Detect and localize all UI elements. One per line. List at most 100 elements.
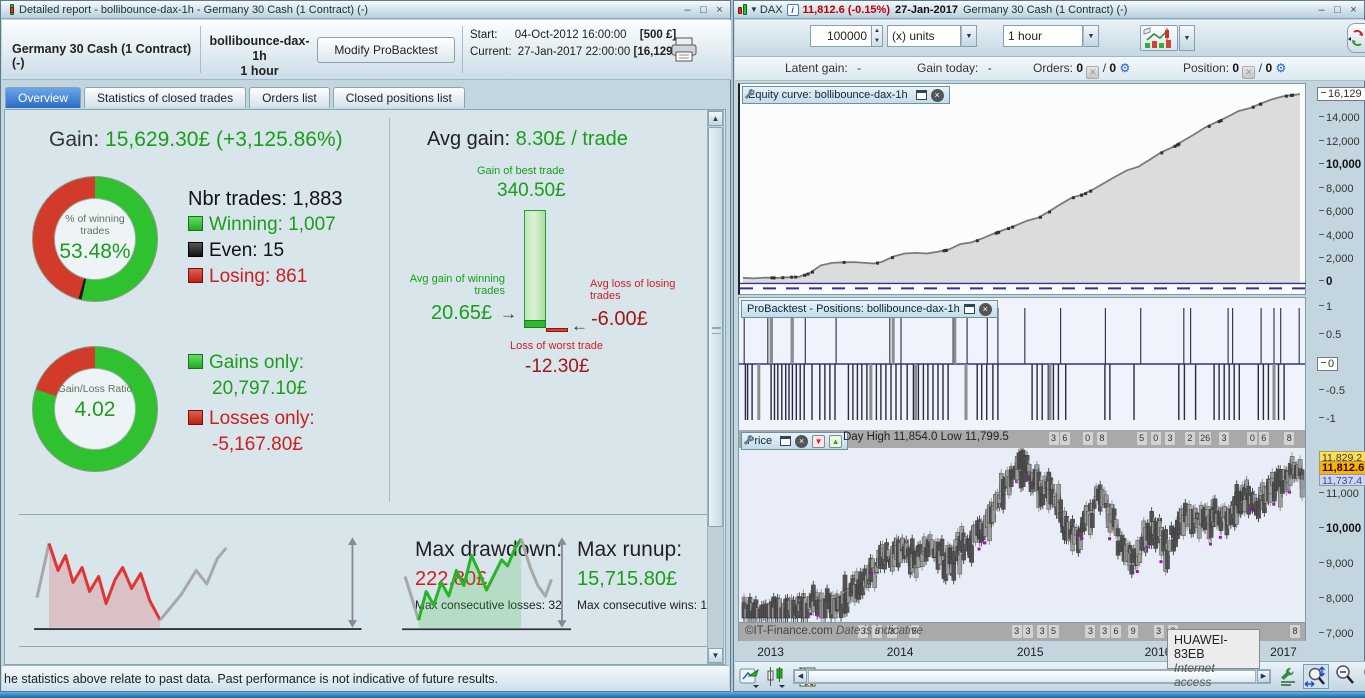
- vertical-divider: [389, 118, 390, 502]
- detailed-report-window: Detailed report - bollibounce-dax-1h - G…: [0, 0, 731, 692]
- avg-loss-label: Avg loss of losing trades: [590, 278, 676, 302]
- timeframe-dropdown-icon[interactable]: ▼: [1083, 25, 1099, 47]
- tab-closed-positions-list[interactable]: Closed positions list: [332, 87, 465, 108]
- info-icon[interactable]: i: [786, 3, 799, 16]
- gains-swatch-icon: [188, 354, 203, 369]
- notification-title: HUAWEI-83EB: [1174, 633, 1228, 661]
- axis-digit: 8: [1289, 625, 1300, 638]
- equity-curve-panel[interactable]: Equity curve: bollibounce-dax-1h ×: [738, 83, 1306, 295]
- price-panel-header: Price × ▼ ▲: [741, 432, 849, 450]
- axis-tick--1: -1: [1319, 413, 1336, 425]
- quantity-stepper[interactable]: ▲ ▼: [872, 25, 883, 47]
- positions-panel[interactable]: ProBacktest - Positions: bollibounce-dax…: [738, 297, 1306, 431]
- axis-tick-10000: 10,000: [1319, 523, 1361, 535]
- scroll-down-icon[interactable]: ▼: [708, 648, 723, 663]
- detach-window-icon[interactable]: [780, 436, 792, 446]
- even-swatch-icon: [188, 242, 203, 257]
- minimize-icon[interactable]: –: [681, 3, 694, 17]
- position-settings-icon[interactable]: ⚙: [1275, 61, 1286, 75]
- winning-value: 1,007: [288, 214, 336, 235]
- latent-gain-value: -: [857, 61, 862, 75]
- avg-gain-heading: Avg gain: 8.30£ / trade: [427, 128, 628, 151]
- position-count-2: 0: [1265, 61, 1273, 75]
- close-icon[interactable]: ×: [1347, 3, 1360, 17]
- vertical-zoom-icon[interactable]: [1303, 664, 1329, 689]
- day-high-low: Day High 11,854.0 Low 11,799.5: [843, 431, 1009, 443]
- scrollbar-thumb[interactable]: [708, 127, 723, 527]
- scroll-left-icon[interactable]: ◀: [794, 670, 807, 683]
- axis-tick-10000: 10,000: [1319, 159, 1361, 171]
- sync-button[interactable]: [1347, 23, 1365, 53]
- timeframe-select[interactable]: 1 hour: [1003, 25, 1083, 47]
- value-axis-column: 16,129 14,000 12,000 10,000 8,000 6,000 4,000 2…: [1311, 83, 1365, 643]
- gain-value: 15,629.30£ (+3,125.86%): [105, 128, 343, 151]
- buy-icon[interactable]: ▲: [829, 434, 843, 448]
- winning-trades-donut-chart: % of winning trades 53.48%: [32, 176, 158, 302]
- chart-titlebar[interactable]: ▼ DAX i 11,812.6 (-0.15%) 27-Jan-2017 Ge…: [734, 1, 1364, 19]
- symbol-name: DAX: [759, 3, 783, 16]
- avg-loss-value: -6.00£: [591, 308, 648, 330]
- sell-icon[interactable]: ▼: [812, 434, 826, 448]
- cancel-orders-icon[interactable]: ✕: [1086, 66, 1100, 79]
- axis-digit: 3: [1099, 625, 1110, 638]
- zoom-in-icon[interactable]: [1361, 664, 1365, 689]
- orders-count: 0: [1076, 61, 1084, 75]
- worst-trade-label: Loss of worst trade: [510, 340, 603, 352]
- losses-only-item: Losses only:: [188, 408, 315, 430]
- close-panel-icon[interactable]: ×: [930, 88, 944, 102]
- axis-tick-0.5: 0.5: [1319, 329, 1341, 341]
- chart-type-dropdown-icon[interactable]: ▼: [1179, 25, 1195, 51]
- winning-donut-value: 53.48%: [59, 240, 131, 263]
- avg-win-value: 20.65£: [431, 302, 493, 324]
- print-icon[interactable]: [670, 36, 700, 64]
- candlestick-style-icon[interactable]: [765, 666, 787, 688]
- start-row: Start: 04-Oct-2012 16:00:00 [500 £]: [470, 29, 676, 41]
- minimize-icon[interactable]: –: [1315, 3, 1328, 17]
- modify-probacktest-button[interactable]: Modify ProBacktest: [317, 37, 455, 63]
- axis-tick-9000: 9,000: [1319, 558, 1354, 570]
- chart-bottom-toolbar: ◀ ▶: [735, 661, 1365, 691]
- quantity-input[interactable]: 100000: [810, 25, 872, 47]
- current-label: Current:: [470, 46, 512, 58]
- report-disclaimer: he statistics above relate to past data.…: [2, 665, 729, 691]
- quote-date: 27-Jan-2017: [895, 3, 958, 16]
- axis-digit: 0: [1082, 432, 1093, 445]
- axis-digit: 2: [1184, 432, 1195, 445]
- units-select[interactable]: (x) units: [887, 25, 961, 47]
- report-header: Germany 30 Cash (1 Contract) (-) bollibo…: [2, 20, 731, 80]
- drawing-tools-icon[interactable]: [739, 666, 761, 688]
- tab-orders-list[interactable]: Orders list: [249, 87, 330, 108]
- axis-digit: 0: [1247, 432, 1258, 445]
- close-position-icon[interactable]: ✕: [1242, 66, 1256, 79]
- avg-loss-arrow-icon: ←: [571, 316, 588, 335]
- units-dropdown-icon[interactable]: ▼: [961, 25, 977, 47]
- scroll-up-icon[interactable]: ▲: [708, 111, 723, 126]
- price-candlestick-plot[interactable]: [739, 448, 1305, 622]
- tab-statistics-of-closed-trades[interactable]: Statistics of closed trades: [84, 87, 247, 108]
- avg-win-bar-segment: [524, 320, 546, 328]
- chart-type-button[interactable]: [1140, 25, 1178, 51]
- close-icon[interactable]: ×: [713, 3, 726, 17]
- report-vertical-scrollbar[interactable]: ▲ ▼: [707, 110, 724, 664]
- maximize-icon[interactable]: □: [1331, 3, 1344, 17]
- price-panel[interactable]: Price × ▼ ▲: [738, 432, 1306, 623]
- tab-overview[interactable]: Overview: [5, 87, 82, 108]
- detailed-report-titlebar[interactable]: Detailed report - bollibounce-dax-1h - G…: [1, 1, 730, 19]
- chart-settings-icon[interactable]: [1277, 666, 1299, 688]
- equity-curve-plot[interactable]: [740, 84, 1306, 294]
- close-panel-icon[interactable]: ×: [978, 302, 992, 316]
- detach-window-icon[interactable]: [963, 304, 975, 314]
- orders-settings-icon[interactable]: ⚙: [1119, 61, 1130, 75]
- detach-window-icon[interactable]: [915, 90, 927, 100]
- maximize-icon[interactable]: □: [697, 3, 710, 17]
- losing-value: 861: [275, 266, 308, 287]
- report-tabs: Overview Statistics of closed trades Order…: [2, 87, 465, 109]
- symbol-dropdown-icon[interactable]: ▼: [750, 5, 758, 14]
- avg-win-arrow-icon: →: [500, 304, 517, 323]
- ratio-donut-value: 4.02: [74, 398, 116, 421]
- losing-swatch-icon: [188, 268, 203, 283]
- gain-today-label: Gain today:: [917, 61, 979, 75]
- close-panel-icon[interactable]: ×: [795, 434, 809, 448]
- scroll-right-icon[interactable]: ▶: [1257, 670, 1270, 683]
- zoom-out-icon[interactable]: [1333, 664, 1359, 689]
